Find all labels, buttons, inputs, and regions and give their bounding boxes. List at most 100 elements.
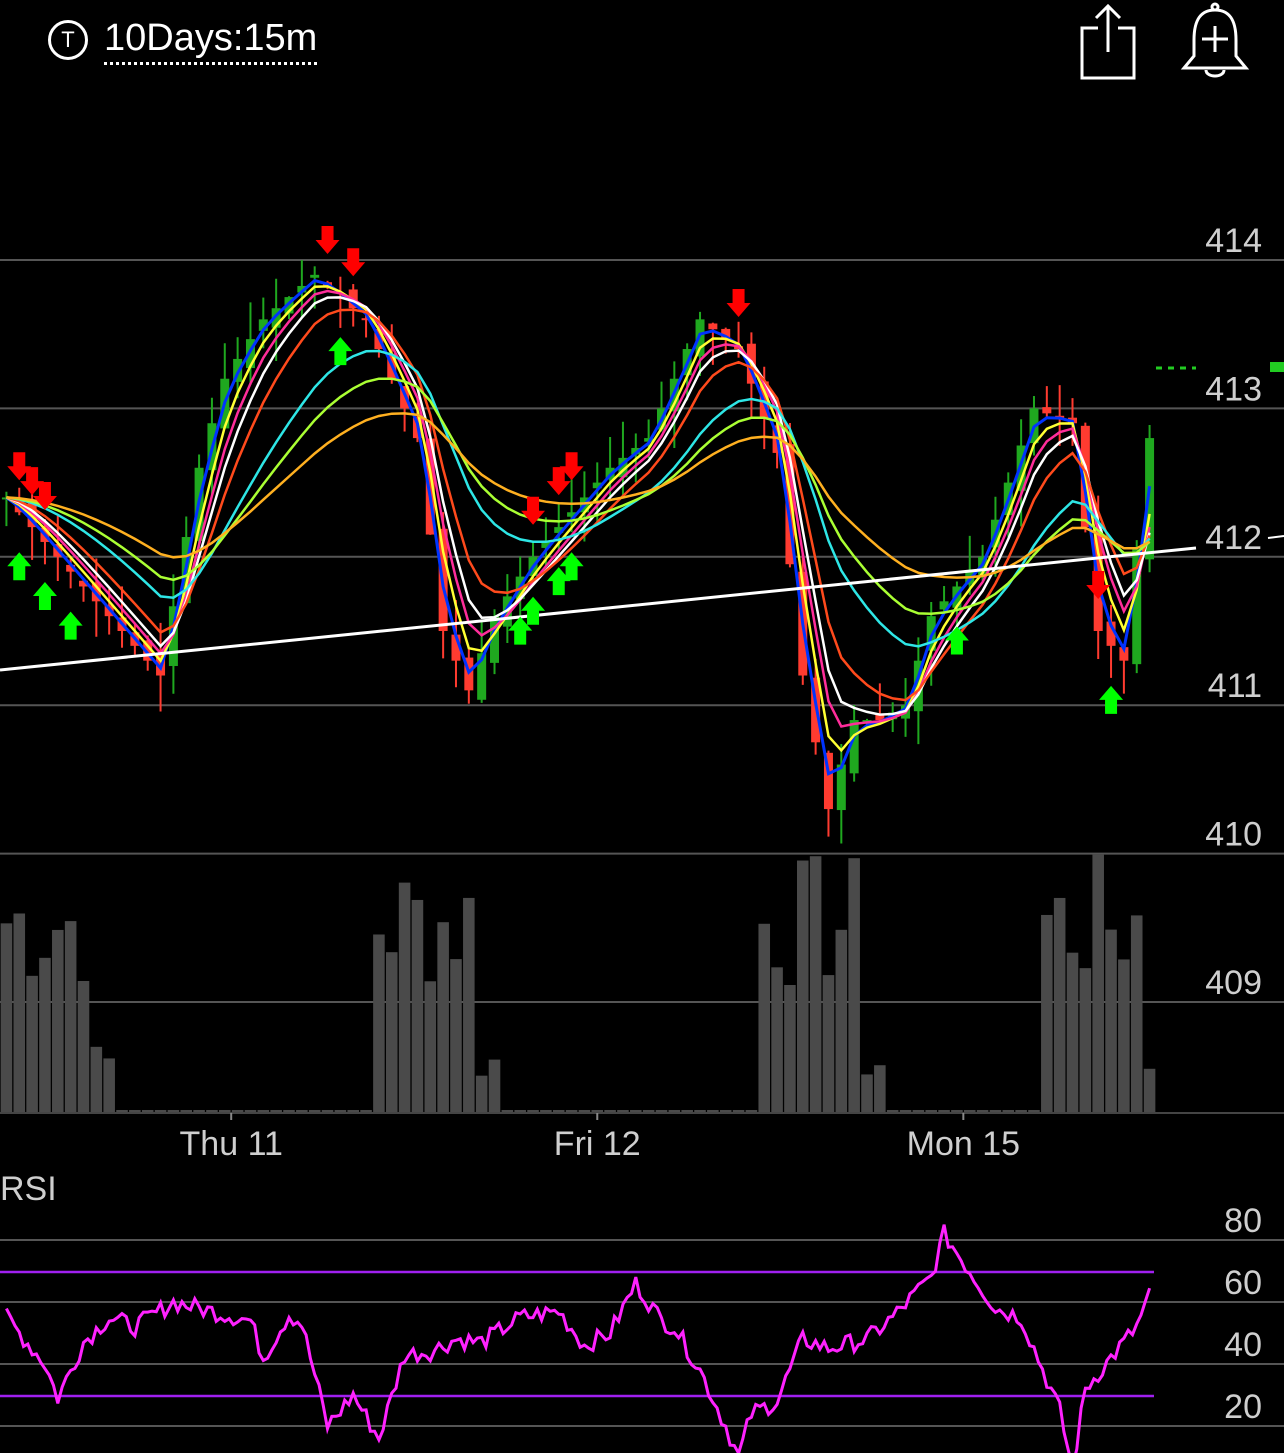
time-tick-label: Mon 15 — [907, 1125, 1020, 1163]
volume-bar — [206, 1110, 218, 1112]
volume-bar — [13, 913, 26, 1112]
volume-bar — [141, 1110, 154, 1112]
sell-signal-arrow — [726, 289, 751, 318]
price-tick-label: 413 — [1205, 370, 1262, 408]
volume-bar — [835, 929, 848, 1112]
last-price-marker — [1270, 362, 1284, 372]
volume-bar — [1066, 952, 1079, 1112]
trendline-extension — [1267, 535, 1284, 539]
volume-bar — [488, 1059, 501, 1112]
volume-bar — [552, 1110, 565, 1112]
price-tick-label: 409 — [1205, 964, 1262, 1002]
volume-bar — [1105, 929, 1117, 1112]
volume-bar — [642, 1110, 655, 1112]
volume-bar — [1053, 897, 1066, 1112]
volume-bar — [604, 1110, 616, 1112]
buy-signal-arrow — [32, 581, 57, 610]
volume-bar — [475, 1075, 488, 1112]
rsi-tick-label: 60 — [1224, 1264, 1262, 1302]
candlesticks — [1, 260, 1155, 844]
volume-bar — [270, 1110, 282, 1112]
volume-bar — [886, 1110, 899, 1112]
volume-bar — [450, 959, 462, 1112]
volume-bar — [154, 1110, 167, 1112]
volume-bar — [912, 1110, 925, 1112]
sell-signal-arrow — [1086, 571, 1111, 599]
volume-bar — [1092, 854, 1104, 1112]
rsi-axis: 80 60 40 20 — [1224, 1202, 1262, 1426]
volume-bar — [1079, 968, 1092, 1112]
volume-bar — [630, 1110, 642, 1112]
volume-bar — [938, 1110, 950, 1112]
volume-bar — [90, 1046, 103, 1112]
price-tick-label: 412 — [1205, 519, 1262, 557]
sell-signal-arrow — [315, 225, 340, 254]
volume-bar — [1002, 1110, 1015, 1112]
rsi-line — [5, 1224, 1152, 1453]
volume-bar — [193, 1110, 205, 1112]
volume-bar — [668, 1110, 681, 1112]
volume-bar — [655, 1110, 668, 1112]
volume-bar — [848, 858, 860, 1112]
volume-bar — [257, 1110, 270, 1112]
volume-bar — [0, 923, 13, 1112]
buy-signal-arrow — [328, 337, 353, 366]
volume-bar — [116, 1110, 128, 1112]
volume-bar — [411, 899, 424, 1112]
volume-bar — [1143, 1068, 1156, 1112]
volume-bar — [861, 1074, 873, 1112]
candle-body — [708, 323, 718, 330]
volume-bar — [540, 1110, 552, 1112]
price-chart[interactable]: 414 413 412 411 410 409 Thu 11 Fri 12 Mon 15 RS… — [0, 0, 1284, 1453]
volume-bar — [437, 922, 449, 1112]
volume-bar — [103, 1058, 115, 1112]
volume-bar — [218, 1110, 231, 1112]
rsi-title: RSI — [0, 1170, 57, 1208]
buy-signal-arrow — [58, 611, 83, 640]
volume-bar — [1015, 1110, 1027, 1112]
volume-bar — [231, 1110, 244, 1112]
moving-average-line — [6, 412, 1151, 579]
volume-bar — [52, 929, 64, 1112]
volume-bar — [963, 1110, 976, 1112]
buy-signal-arrow — [1099, 685, 1124, 714]
volume-bar — [758, 923, 771, 1112]
candle-body — [1042, 407, 1052, 414]
rsi-tick-label: 20 — [1224, 1388, 1262, 1426]
price-axis: 414 413 412 411 410 409 — [1205, 222, 1262, 1002]
price-tick-label: 414 — [1205, 222, 1262, 260]
volume-bar — [180, 1110, 193, 1112]
volume-bar — [334, 1110, 347, 1112]
candle-body — [836, 764, 846, 811]
volume-bar — [796, 860, 809, 1112]
volume-bar — [1028, 1110, 1040, 1112]
volume-bar — [809, 856, 822, 1112]
volume-bar — [976, 1110, 989, 1112]
volume-bar — [64, 921, 77, 1112]
volume-bar — [77, 981, 90, 1112]
volume-bar — [373, 934, 385, 1112]
volume-bar — [784, 984, 796, 1112]
volume-bar — [617, 1110, 629, 1112]
time-axis: Thu 11 Fri 12 Mon 15 — [180, 1113, 1020, 1163]
volume-bar — [899, 1110, 912, 1112]
buy-signal-arrow — [521, 596, 546, 625]
volume-bar — [1118, 959, 1130, 1112]
volume-bar — [874, 1065, 886, 1112]
volume-bar — [321, 1110, 334, 1112]
volume-bar — [527, 1110, 539, 1112]
rsi-tick-label: 40 — [1224, 1326, 1262, 1364]
volume-bar — [129, 1110, 141, 1112]
volume-bar — [771, 967, 783, 1112]
volume-bar — [424, 981, 437, 1112]
volume-bar — [732, 1110, 745, 1112]
volume-bar — [167, 1110, 180, 1112]
sell-signal-arrow — [341, 248, 366, 277]
volume-bar — [244, 1110, 257, 1112]
volume-bar — [694, 1110, 706, 1112]
price-tick-label: 411 — [1208, 667, 1262, 705]
time-tick-label: Thu 11 — [180, 1125, 283, 1163]
volume-bar — [578, 1110, 591, 1112]
volume-bar — [822, 975, 835, 1112]
volume-bar — [398, 882, 411, 1112]
